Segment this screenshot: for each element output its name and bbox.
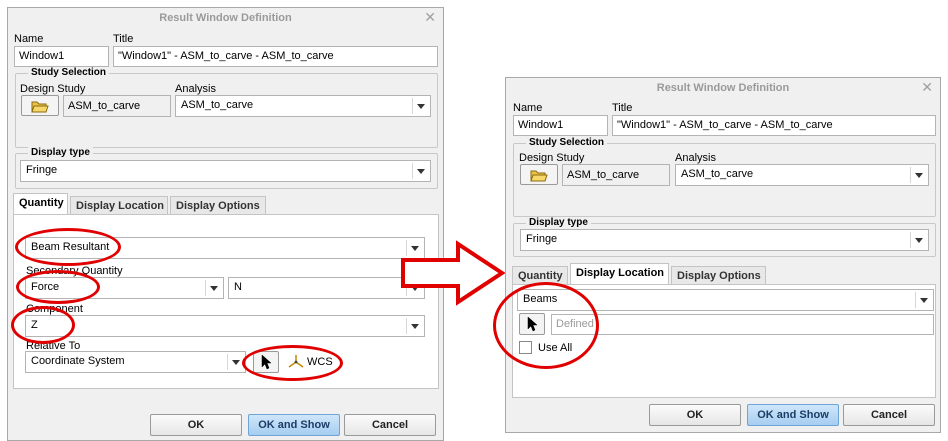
study-selection-label: Study Selection: [28, 67, 110, 78]
dropdown-arrow-icon: [920, 298, 928, 303]
open-study-button[interactable]: [21, 95, 59, 116]
analysis-label: Analysis: [175, 83, 216, 95]
dropdown-arrow-icon: [411, 324, 419, 329]
design-study-label: Design Study: [20, 83, 86, 95]
selection-field[interactable]: Defined: [551, 314, 934, 335]
combo-separator: [910, 232, 911, 248]
analysis-value: ASM_to_carve: [181, 99, 254, 111]
close-icon[interactable]: ✕: [921, 80, 933, 94]
cancel-button[interactable]: Cancel: [344, 414, 436, 436]
secondary-unit-select[interactable]: N: [228, 277, 425, 299]
folder-open-icon: [31, 101, 49, 112]
design-study-field: ASM_to_carve: [63, 95, 171, 117]
name-field[interactable]: Window1: [14, 46, 109, 67]
analysis-select[interactable]: ASM_to_carve: [175, 95, 431, 117]
relative-to-select[interactable]: Coordinate System: [25, 351, 246, 373]
right-dialog-titlebar: Result Window Definition ✕: [506, 78, 940, 100]
combo-separator: [412, 163, 413, 179]
name-label: Name: [14, 33, 44, 45]
dropdown-arrow-icon: [915, 238, 923, 243]
left-dialog-title: Result Window Definition: [159, 12, 292, 24]
ok-button[interactable]: OK: [150, 414, 242, 436]
annotation-circle: [493, 282, 599, 369]
tab-display-options[interactable]: Display Options: [671, 266, 766, 286]
design-study-field: ASM_to_carve: [562, 164, 670, 186]
display-type-value: Fringe: [26, 164, 58, 176]
display-type-select[interactable]: Fringe: [20, 160, 431, 182]
display-type-select[interactable]: Fringe: [520, 229, 929, 251]
relative-to-value: Coordinate System: [31, 355, 125, 367]
close-icon[interactable]: ✕: [424, 10, 436, 24]
left-result-window-dialog: Result Window Definition ✕ Name Title Wi…: [7, 7, 444, 441]
annotation-circle: [11, 306, 75, 344]
dropdown-arrow-icon: [210, 286, 218, 291]
tab-display-location[interactable]: Display Location: [70, 196, 168, 216]
dropdown-arrow-icon: [915, 173, 923, 178]
annotation-circle: [242, 345, 343, 381]
tab-quantity[interactable]: Quantity: [13, 193, 68, 215]
combo-separator: [910, 167, 911, 183]
design-study-label: Design Study: [519, 152, 585, 164]
right-result-window-dialog: Result Window Definition ✕ Name Title Wi…: [505, 77, 941, 433]
title-field[interactable]: "Window1" - ASM_to_carve - ASM_to_carve: [612, 115, 936, 136]
open-study-button[interactable]: [520, 164, 558, 185]
title-field[interactable]: "Window1" - ASM_to_carve - ASM_to_carve: [113, 46, 438, 67]
combo-separator: [227, 354, 228, 370]
name-label: Name: [513, 102, 543, 114]
dropdown-arrow-icon: [417, 169, 425, 174]
combo-separator: [205, 280, 206, 296]
title-label: Title: [113, 33, 134, 45]
ok-button[interactable]: OK: [649, 404, 741, 426]
title-label: Title: [612, 102, 633, 114]
left-dialog-titlebar: Result Window Definition ✕: [8, 8, 443, 30]
folder-open-icon: [530, 170, 548, 181]
tab-display-options[interactable]: Display Options: [170, 196, 266, 216]
right-arrow-icon: [401, 240, 506, 306]
secondary-unit-value: N: [234, 281, 242, 293]
analysis-value: ASM_to_carve: [681, 168, 754, 180]
dropdown-arrow-icon: [232, 360, 240, 365]
combo-separator: [915, 292, 916, 308]
ok-and-show-button[interactable]: OK and Show: [248, 414, 340, 436]
component-select[interactable]: Z: [25, 315, 425, 337]
right-dialog-title: Result Window Definition: [656, 82, 790, 94]
display-type-label: Display type: [526, 217, 591, 228]
annotation-circle: [16, 270, 100, 304]
display-type-label: Display type: [28, 147, 93, 158]
annotation-circle: [15, 228, 121, 266]
cancel-button[interactable]: Cancel: [843, 404, 935, 426]
analysis-select[interactable]: ASM_to_carve: [675, 164, 929, 186]
combo-separator: [412, 98, 413, 114]
display-type-value: Fringe: [526, 233, 558, 245]
analysis-label: Analysis: [675, 152, 716, 164]
name-field[interactable]: Window1: [513, 115, 608, 136]
dropdown-arrow-icon: [417, 104, 425, 109]
study-selection-label: Study Selection: [526, 137, 608, 148]
combo-separator: [406, 318, 407, 334]
ok-and-show-button[interactable]: OK and Show: [747, 404, 839, 426]
tab-display-location[interactable]: Display Location: [570, 263, 669, 285]
